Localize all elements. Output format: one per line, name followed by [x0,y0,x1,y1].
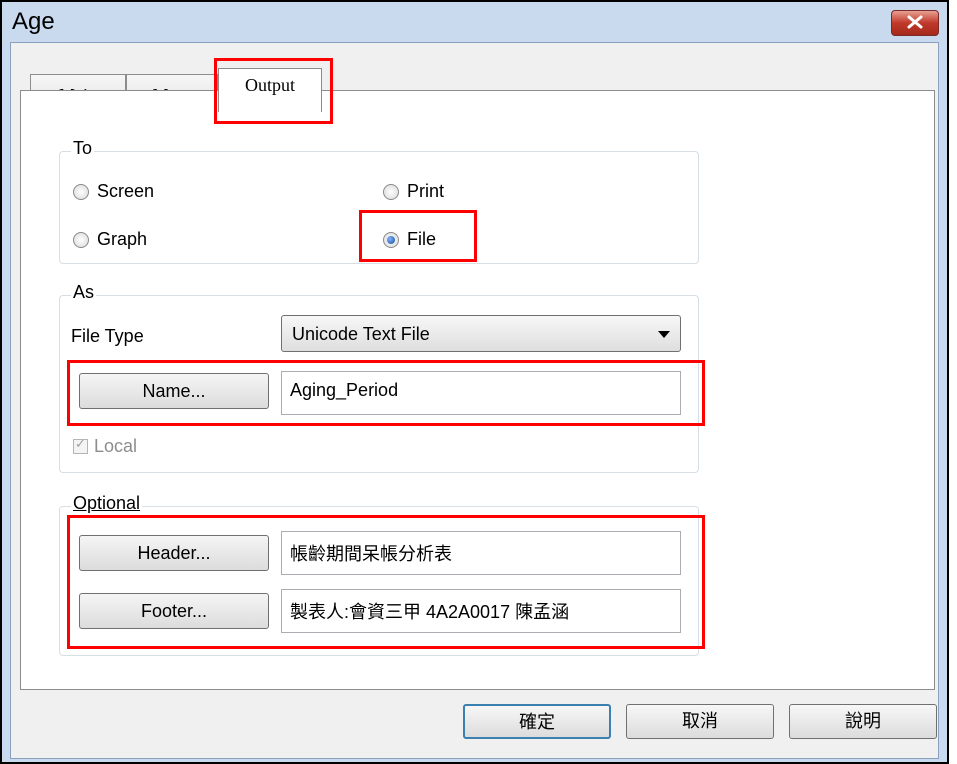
file-type-value: Unicode Text File [292,324,430,344]
help-button-label: 說明 [845,711,881,731]
file-type-label: File Type [71,326,144,346]
ok-button[interactable]: 確定 [463,704,611,739]
radio-graph-indicator[interactable] [73,231,89,248]
radio-print-indicator[interactable] [383,183,399,200]
name-button[interactable]: Name... [79,373,269,409]
radio-screen-label: Screen [97,181,155,201]
file-type-select[interactable]: Unicode Text File [281,315,681,352]
footer-button-label: Footer... [140,601,208,621]
radio-graph[interactable]: Graph [73,229,147,250]
close-icon [907,15,923,29]
header-button[interactable]: Header... [79,535,269,571]
file-name-value: Aging_Period [290,380,399,400]
radio-graph-label: Graph [97,229,148,249]
as-group-legend: As [71,282,97,303]
radio-screen[interactable]: Screen [73,181,154,202]
header-value: 帳齡期間呆帳分析表 [290,544,452,564]
footer-input[interactable]: 製表人:會資三甲 4A2A0017 陳孟涵 [281,589,681,633]
chevron-down-icon[interactable] [658,331,670,338]
footer-value: 製表人:會資三甲 4A2A0017 陳孟涵 [290,602,570,622]
header-button-label: Header... [137,543,211,563]
radio-print[interactable]: Print [383,181,444,202]
close-button[interactable] [891,10,939,36]
radio-print-label: Print [407,181,445,201]
to-group-legend: To [71,138,95,159]
optional-group [59,506,699,656]
optional-group-legend: Optional [71,493,143,514]
radio-file-label: File [407,229,437,249]
cancel-button-label: 取消 [682,711,718,731]
dialog-window: Age Main More Output To Screen Print Gra… [0,0,949,764]
cancel-button[interactable]: 取消 [626,704,774,739]
to-group [59,151,699,264]
window-title: Age [12,8,55,35]
radio-screen-indicator[interactable] [73,183,89,200]
local-checkbox-label: Local [94,436,138,456]
ok-button-label: 確定 [519,712,555,732]
radio-file[interactable]: File [383,229,436,250]
tab-output-label: Output [244,75,295,95]
local-checkbox[interactable]: Local [73,436,137,457]
header-input[interactable]: 帳齡期間呆帳分析表 [281,531,681,575]
local-checkbox-box[interactable] [73,436,88,454]
name-button-label: Name... [142,381,206,401]
footer-button[interactable]: Footer... [79,593,269,629]
radio-file-indicator[interactable] [383,231,399,248]
title-bar[interactable]: Age [2,2,947,42]
help-button[interactable]: 說明 [789,704,937,739]
tab-output[interactable]: Output [218,68,322,112]
file-name-input[interactable]: Aging_Period [281,371,681,415]
output-tab-panel: To Screen Print Graph File As File Type … [20,90,935,690]
